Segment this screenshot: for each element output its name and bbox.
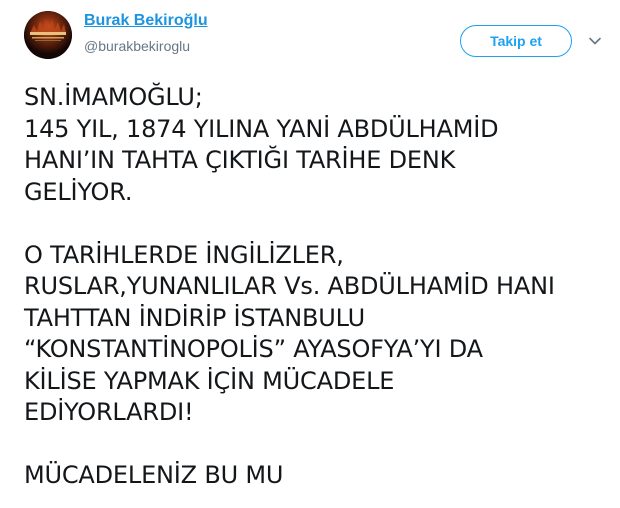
tweet-line: “KONSTANTİNOPOLİS” AYASOFYA’YI DA bbox=[24, 335, 483, 363]
tweet-line: SN.İMAMOĞLU; bbox=[24, 83, 203, 111]
avatar-image-icon bbox=[24, 11, 72, 59]
tweet-line: 145 YIL, 1874 YILINA YANİ ABDÜLHAMİD bbox=[24, 114, 499, 143]
tweet-line: GELİYOR. bbox=[24, 177, 133, 206]
tweet-line: MÜCADELENİZ BU MU bbox=[24, 461, 284, 489]
tweet-card: Burak Bekiroğlu @burakbekiroglu Takip et… bbox=[0, 0, 620, 508]
tweet-text: SN.İMAMOĞLU; 145 YIL, 1874 YILINA YANİ A… bbox=[24, 82, 604, 492]
profile-avatar[interactable] bbox=[24, 11, 72, 59]
author-handle[interactable]: @burakbekiroglu bbox=[84, 38, 190, 54]
author-name[interactable]: Burak Bekiroğlu bbox=[84, 12, 208, 30]
tweet-line: RUSLAR,YUNANLILAR Vs. ABDÜLHAMİD HANI bbox=[24, 272, 555, 300]
tweet-line: TAHTTAN İNDİRİP İSTANBULU bbox=[24, 303, 365, 332]
tweet-line: EDİYORLARDI! bbox=[24, 398, 194, 426]
tweet-line: O TARİHLERDE İNGİLİZLER, bbox=[24, 240, 344, 269]
tweet-line: HANI’IN TAHTA ÇIKTIĞI TARİHE DENK bbox=[24, 146, 456, 174]
follow-button[interactable]: Takip et bbox=[460, 25, 572, 57]
chevron-down-icon[interactable] bbox=[587, 33, 603, 49]
tweet-line: KİLİSE YAPMAK İÇİN MÜCADELE bbox=[24, 366, 395, 395]
